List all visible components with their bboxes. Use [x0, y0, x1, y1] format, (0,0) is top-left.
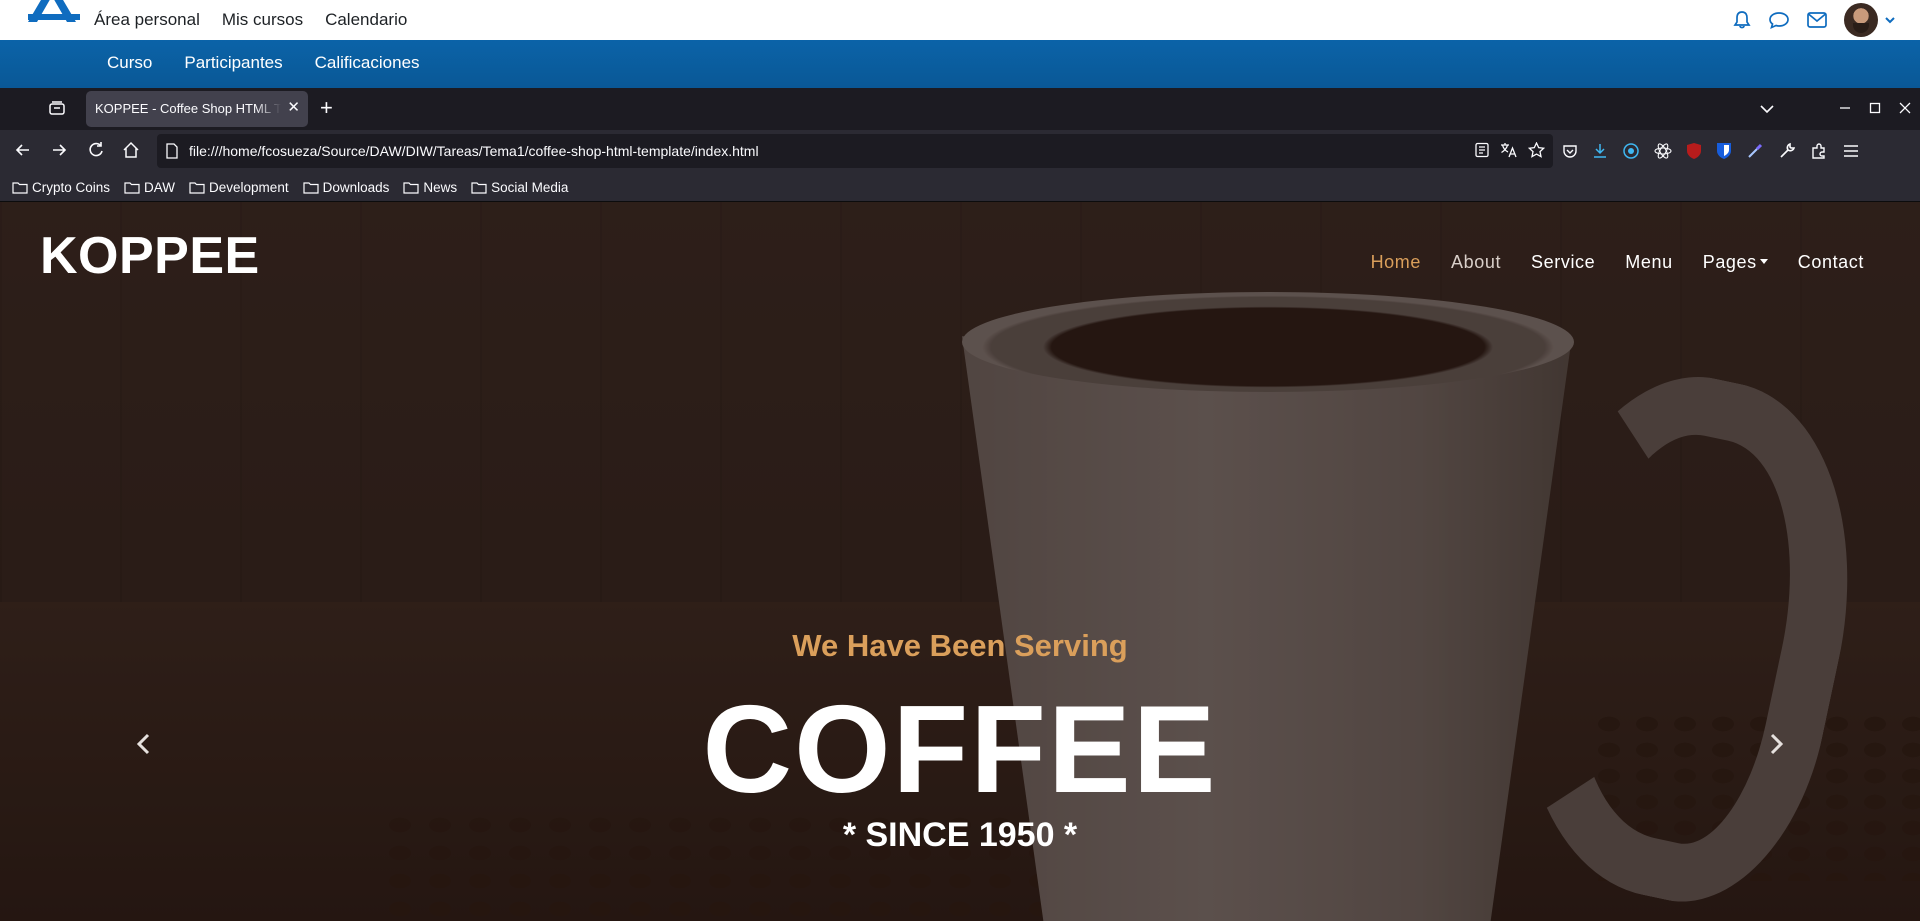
- moodle-logo-icon[interactable]: [24, 0, 84, 28]
- moodle-top-bar: Área personal Mis cursos Calendario: [0, 0, 1920, 40]
- moodle-course-nav: Curso Participantes Calificaciones: [0, 40, 1920, 88]
- bookmark-news[interactable]: News: [403, 180, 457, 195]
- nav-curso[interactable]: Curso: [107, 53, 152, 73]
- bookmark-development[interactable]: Development: [189, 180, 289, 195]
- nav-participantes[interactable]: Participantes: [184, 53, 282, 73]
- bookmark-label: Social Media: [491, 179, 569, 195]
- new-tab-icon[interactable]: +: [320, 97, 333, 119]
- eyedropper-icon[interactable]: [1746, 142, 1764, 160]
- nav-calendario[interactable]: Calendario: [325, 10, 407, 30]
- close-window-icon[interactable]: [1890, 101, 1920, 118]
- site-nav: Home About Service Menu Pages Contact: [1371, 252, 1864, 273]
- bell-icon[interactable]: [1732, 10, 1752, 30]
- browser-tab-bar: KOPPEE - Coffee Shop HTML Template ✕ +: [0, 88, 1920, 130]
- home-icon[interactable]: [122, 141, 140, 159]
- minimize-icon[interactable]: [1830, 101, 1860, 118]
- folder-icon: [124, 181, 140, 194]
- nav-mis-cursos[interactable]: Mis cursos: [222, 10, 303, 30]
- window-controls: [1752, 88, 1920, 130]
- forward-icon[interactable]: [50, 141, 68, 159]
- extensions-puzzle-icon[interactable]: [1810, 142, 1828, 160]
- bookmark-label: News: [423, 179, 458, 195]
- folder-icon: [403, 181, 419, 194]
- hero-since: * SINCE 1950 *: [842, 816, 1078, 854]
- hero-subtitle: We Have Been Serving: [792, 628, 1128, 663]
- bitwarden-icon[interactable]: [1716, 142, 1732, 160]
- carousel-prev-icon[interactable]: [134, 732, 154, 756]
- mail-icon[interactable]: [1806, 11, 1828, 29]
- moodle-primary-nav: Área personal Mis cursos Calendario: [94, 0, 407, 40]
- tab-title: KOPPEE - Coffee Shop HTML Template: [95, 101, 281, 116]
- chevron-down-icon[interactable]: [1884, 14, 1896, 26]
- wrench-icon[interactable]: [1778, 142, 1796, 160]
- tab-active[interactable]: KOPPEE - Coffee Shop HTML Template ✕: [86, 91, 308, 127]
- folder-icon: [302, 181, 319, 194]
- extension-circle-icon[interactable]: [1622, 142, 1640, 160]
- folder-icon: [12, 181, 28, 194]
- folder-icon: [189, 181, 205, 194]
- site-nav-contact[interactable]: Contact: [1798, 252, 1864, 273]
- reload-icon[interactable]: [87, 141, 105, 159]
- maximize-icon[interactable]: [1860, 101, 1890, 118]
- site-logo[interactable]: KOPPEE: [40, 226, 260, 286]
- nav-area-personal[interactable]: Área personal: [94, 10, 200, 30]
- reader-view-icon[interactable]: [1474, 142, 1490, 158]
- bookmark-daw[interactable]: DAW: [124, 180, 175, 195]
- browser-nav-bar: file:///home/fcosueza/Source/DAW/DIW/Tar…: [0, 130, 1920, 172]
- site-nav-menu[interactable]: Menu: [1625, 252, 1672, 273]
- bookmark-label: Downloads: [322, 179, 390, 195]
- ublock-icon[interactable]: [1686, 142, 1702, 160]
- site-nav-home[interactable]: Home: [1371, 252, 1421, 273]
- list-all-tabs-icon[interactable]: [1752, 101, 1782, 118]
- url-actions: [1474, 142, 1545, 158]
- caret-down-icon: [1759, 259, 1768, 264]
- translate-icon[interactable]: [1500, 142, 1518, 158]
- bookmark-star-icon[interactable]: [1528, 142, 1545, 158]
- back-icon[interactable]: [14, 141, 32, 159]
- carousel-next-icon[interactable]: [1766, 732, 1786, 756]
- toolbar-extensions: [1562, 130, 1860, 172]
- nav-calificaciones[interactable]: Calificaciones: [315, 53, 420, 73]
- moodle-user-menu: [1732, 0, 1896, 40]
- avatar[interactable]: [1844, 3, 1878, 37]
- firefox-view-icon[interactable]: [48, 100, 66, 116]
- bookmark-label: Crypto Coins: [32, 179, 111, 195]
- bookmarks-toolbar: Crypto Coins DAW Development Downloads N…: [0, 172, 1920, 202]
- site-nav-service[interactable]: Service: [1531, 252, 1595, 273]
- folder-icon: [471, 181, 487, 194]
- site-nav-pages-dropdown[interactable]: Pages: [1703, 252, 1768, 273]
- bookmark-social-media[interactable]: Social Media: [471, 180, 568, 195]
- site-nav-about[interactable]: About: [1451, 252, 1501, 273]
- hero-title: COFFEE: [702, 681, 1218, 819]
- hamburger-menu-icon[interactable]: [1842, 142, 1860, 160]
- pocket-icon[interactable]: [1562, 143, 1578, 159]
- url-bar[interactable]: file:///home/fcosueza/Source/DAW/DIW/Tar…: [157, 134, 1553, 168]
- download-icon[interactable]: [1592, 143, 1608, 159]
- page-icon[interactable]: [165, 143, 179, 159]
- site-nav-pages-label: Pages: [1702, 252, 1757, 272]
- react-devtools-icon[interactable]: [1654, 142, 1672, 160]
- web-page-hero: KOPPEE Home About Service Menu Pages Con…: [0, 202, 1920, 921]
- bookmark-label: DAW: [144, 179, 176, 195]
- bookmark-downloads[interactable]: Downloads: [302, 179, 390, 195]
- url-text[interactable]: file:///home/fcosueza/Source/DAW/DIW/Tar…: [189, 143, 759, 159]
- bookmark-label: Development: [209, 179, 289, 195]
- tab-close-icon[interactable]: ✕: [287, 100, 300, 116]
- bookmark-crypto-coins[interactable]: Crypto Coins: [12, 180, 110, 195]
- chat-icon[interactable]: [1768, 10, 1790, 30]
